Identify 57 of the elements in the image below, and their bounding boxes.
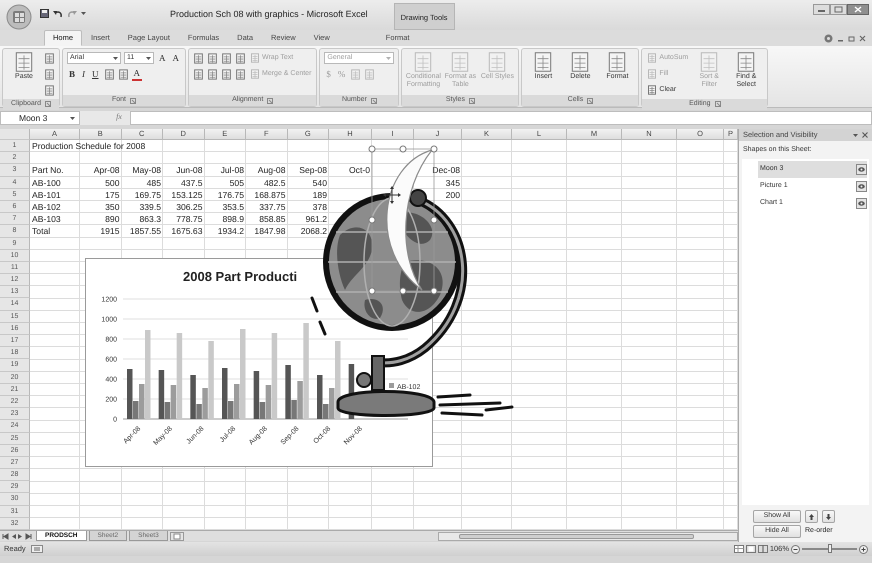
table-cell: 337.75 [259,200,286,213]
table-cell: 378 [312,200,327,213]
function-label: fx [115,111,123,123]
table-cell: 1857.55 [130,225,161,238]
table-cell: Dec-08 [432,164,460,176]
table-cell: 890 [105,213,120,226]
table-cell: 345 [446,176,460,189]
table-cell: 153.125 [171,188,202,201]
table-cell: 961.2 [305,213,327,226]
table-cell: 482.5 [264,176,286,189]
table-cell: 540 [312,176,327,189]
table-cell: Aug-08 [258,164,286,176]
table-cell: 339.5 [139,200,161,213]
table-cell: 898.9 [222,213,244,226]
table-cell: 175 [105,188,120,201]
chart-title: 2008 Part Producti [183,269,298,284]
bold-button[interactable]: B [67,68,78,80]
table-cell: Part No. [32,164,64,176]
table-cell: 176.75 [218,188,244,201]
table-cell: 1934.2 [218,225,244,238]
table-cell: 2068.2 [300,225,327,238]
table-cell: Sep-08 [299,164,327,176]
table-cell: 189 [312,188,327,201]
table-cell: 353.5 [222,200,244,213]
table-cell: 437.5 [180,176,202,189]
italic-button[interactable]: I [80,68,88,80]
table-cell: 200 [446,188,460,201]
table-cell: AB-100 [32,176,61,189]
table-cell: 168.875 [254,188,286,201]
table-cell: AB-103 [32,213,61,226]
table-cell: 485 [146,176,161,189]
name-box[interactable]: Moon 3 [0,111,80,125]
table-cell: Jul-08 [220,164,244,176]
table-cell: 169.75 [134,188,161,201]
table-cell: Jun-08 [176,164,202,176]
table-cell: Oct-0 [348,164,370,176]
table-cell: AB-102 [32,200,61,213]
table-cell: 500 [105,176,120,189]
table-cell: May-08 [132,164,161,176]
table-cell: 1847.98 [254,225,286,238]
table-cell: Total [32,225,50,238]
table-cell: 350 [105,200,120,213]
table-cell: 306.25 [176,200,202,213]
table-cell: 1675.63 [171,225,202,238]
toolbar-button[interactable]: A [170,52,181,64]
table-cell: 863.3 [139,213,161,226]
table-cell: 1915 [100,225,120,238]
table-cell: AB-101 [32,188,61,201]
table-cell: Apr-08 [94,164,120,176]
table-cell: 778.75 [176,213,202,226]
toolbar-button[interactable]: A [157,52,168,64]
font-color-button[interactable]: A [132,67,142,81]
underline-button[interactable]: U [90,68,101,80]
table-cell: 505 [230,176,244,189]
table-cell: 858.85 [259,213,286,226]
table-cell: Production Schedule for 2008 [32,140,146,152]
window-title: Production Sch 08 with graphics - Microsoft Excel [170,8,368,21]
